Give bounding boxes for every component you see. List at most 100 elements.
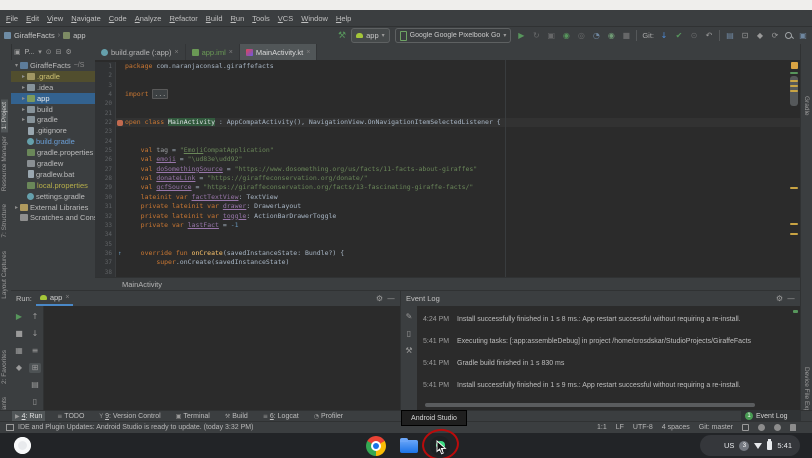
files-icon[interactable]	[399, 436, 419, 456]
error-stripe[interactable]	[788, 60, 800, 277]
tree-item-giraffefacts[interactable]: ▾GiraffeFacts~/S	[11, 60, 95, 71]
menu-item-run[interactable]: Run	[227, 14, 249, 23]
minimize-icon[interactable]: —	[387, 294, 395, 303]
run-console[interactable]	[43, 306, 400, 410]
vertical-scrollbar[interactable]	[793, 310, 798, 313]
toolwindow-button-profiler[interactable]: ◔Profiler	[311, 411, 346, 422]
profile-icon[interactable]: ◔	[591, 31, 601, 40]
tree-item-app[interactable]: ▸app	[11, 93, 95, 104]
tree-item-gradlew-bat[interactable]: gradlew.bat	[11, 169, 95, 180]
code-line[interactable]: 2	[95, 71, 800, 80]
event-log-entry[interactable]: 5:41 PMExecuting tasks: [:app:assembleDe…	[423, 338, 800, 346]
class-gutter-icon[interactable]	[116, 118, 125, 127]
toolwindow-button-todo[interactable]: ≡TODO	[54, 411, 87, 422]
project-view-dropdown[interactable]: P...	[25, 49, 35, 56]
scroll-to-end-icon[interactable]: ⊞	[29, 363, 41, 373]
status-git-master[interactable]: Git: master	[699, 424, 733, 431]
menu-item-code[interactable]: Code	[105, 14, 131, 23]
inspection-indicator[interactable]	[791, 62, 798, 69]
tree-arrow-icon[interactable]: ▸	[20, 116, 27, 123]
log-settings-icon[interactable]: ⚒	[403, 346, 415, 356]
system-tray[interactable]: US 3 5:41	[700, 435, 800, 456]
event-log-content[interactable]: 4:24 PMInstall successfully finished in …	[417, 306, 800, 410]
rerun-icon[interactable]: ▶	[13, 312, 25, 322]
tree-item-local-properties[interactable]: local.properties	[11, 180, 95, 191]
toolwindow-button-4-run[interactable]: ▶4: Run	[12, 411, 45, 422]
tab-build-gradle-app-[interactable]: build.gradle (:app)×	[95, 44, 186, 60]
menu-item-refactor[interactable]: Refactor	[165, 14, 201, 23]
tree-arrow-icon[interactable]: ▸	[20, 73, 27, 80]
minimize-icon[interactable]: —	[787, 294, 795, 303]
attach-debugger-icon[interactable]: ◆	[755, 31, 765, 40]
git-commit-icon[interactable]: ✔	[674, 31, 684, 40]
down-stack-trace-icon[interactable]: ↓	[29, 329, 41, 339]
tree-arrow-icon[interactable]: ▾	[13, 62, 20, 69]
code-line[interactable]: 33 private var lastFact = -1	[95, 221, 800, 230]
tab-app-iml[interactable]: app.iml×	[186, 44, 240, 60]
build-hammer-icon[interactable]: ⚒	[338, 31, 346, 41]
run-dashboard-icon[interactable]: ▦	[13, 346, 25, 356]
debug-icon[interactable]: ◉	[561, 31, 571, 40]
up-stack-trace-icon[interactable]: ↑	[29, 312, 41, 322]
close-icon[interactable]: ×	[306, 49, 310, 56]
search-everywhere-icon[interactable]	[785, 32, 793, 40]
tree-item--gradle[interactable]: ▸.gradle	[11, 71, 95, 82]
tree-item--idea[interactable]: ▸.idea	[11, 82, 95, 93]
tree-item-settings-gradle[interactable]: settings.gradle	[11, 191, 95, 202]
tree-arrow-icon[interactable]: ▸	[13, 204, 20, 211]
menu-item-file[interactable]: File	[2, 14, 22, 23]
inspections-icon[interactable]	[774, 424, 781, 431]
code-line[interactable]: 3	[95, 81, 800, 90]
tree-arrow-icon[interactable]: ▸	[20, 84, 27, 91]
locate-file-icon[interactable]: ⊙	[46, 48, 52, 56]
menu-item-tools[interactable]: Tools	[248, 14, 274, 23]
stop-icon[interactable]: ■	[13, 329, 25, 339]
print-icon[interactable]: ▤	[29, 380, 41, 390]
status-4-spaces[interactable]: 4 spaces	[662, 424, 690, 431]
tree-arrow-icon[interactable]: ▸	[20, 95, 27, 102]
status-utf-8[interactable]: UTF-8	[633, 424, 653, 431]
notifications-icon[interactable]	[790, 424, 796, 431]
menu-item-edit[interactable]: Edit	[22, 14, 43, 23]
collapse-all-icon[interactable]: ⊟	[56, 48, 62, 56]
code-editor[interactable]: 1package com.naranjaconsal.giraffefacts2…	[95, 60, 800, 279]
git-rollback-icon[interactable]: ↶	[704, 31, 714, 40]
launcher-button[interactable]	[14, 437, 31, 454]
gradle-sync-icon[interactable]: ⟳	[770, 31, 780, 40]
breadcrumb-class[interactable]: MainActivity	[122, 280, 162, 289]
close-icon[interactable]: ×	[174, 49, 178, 56]
code-line[interactable]: 32 private lateinit var toggle: ActionBa…	[95, 212, 800, 221]
code-line[interactable]: 23	[95, 127, 800, 136]
stop-icon[interactable]: ■	[621, 31, 631, 40]
gear-icon[interactable]: ⚙	[376, 294, 383, 303]
code-line[interactable]: 4import ...	[95, 90, 800, 99]
menu-item-navigate[interactable]: Navigate	[67, 14, 105, 23]
menu-item-view[interactable]: View	[43, 14, 67, 23]
profiler-attach-icon[interactable]: ◉	[606, 31, 616, 40]
apply-changes-icon[interactable]: ↻	[531, 31, 541, 40]
code-line[interactable]: 25 val tag = "EmojiCompatApplication"	[95, 146, 800, 155]
code-line[interactable]: 36 override fun onCreate(savedInstanceSt…	[95, 249, 800, 258]
event-log-entry[interactable]: 5:41 PMInstall successfully finished in …	[423, 382, 800, 390]
code-line[interactable]: 1package com.naranjaconsal.giraffefacts	[95, 62, 800, 71]
close-icon[interactable]: ×	[65, 294, 69, 301]
event-log-entry[interactable]: 4:24 PMInstall successfully finished in …	[423, 316, 800, 324]
stripe-2-favorites[interactable]: 2: Favorites	[1, 350, 8, 384]
override-gutter-icon[interactable]	[116, 249, 125, 258]
tree-item-gradlew[interactable]: gradlew	[11, 158, 95, 169]
tree-item-build-gradle[interactable]: build.gradle	[11, 136, 95, 147]
layout-inspector-icon[interactable]: ▣	[798, 31, 808, 40]
code-line[interactable]: 31 private lateinit var drawer: DrawerLa…	[95, 202, 800, 211]
chrome-icon[interactable]	[366, 436, 386, 456]
stripe-1-project[interactable]: 1: Project	[1, 99, 8, 132]
menu-item-analyze[interactable]: Analyze	[131, 14, 166, 23]
code-line[interactable]: 37 super.onCreate(savedInstanceState)	[95, 258, 800, 267]
run-coverage-icon[interactable]: ◎	[576, 31, 586, 40]
tree-item-scratches-and-consoles[interactable]: Scratches and Consoles	[11, 212, 95, 223]
menu-item-vcs[interactable]: VCS	[274, 14, 297, 23]
tree-item-gradle-properties[interactable]: gradle.properties	[11, 147, 95, 158]
clear-log-icon[interactable]: ▯	[403, 329, 415, 339]
menu-item-window[interactable]: Window	[297, 14, 332, 23]
tree-item--gitignore[interactable]: .gitignore	[11, 125, 95, 136]
run-tab-app[interactable]: app ×	[36, 290, 74, 306]
